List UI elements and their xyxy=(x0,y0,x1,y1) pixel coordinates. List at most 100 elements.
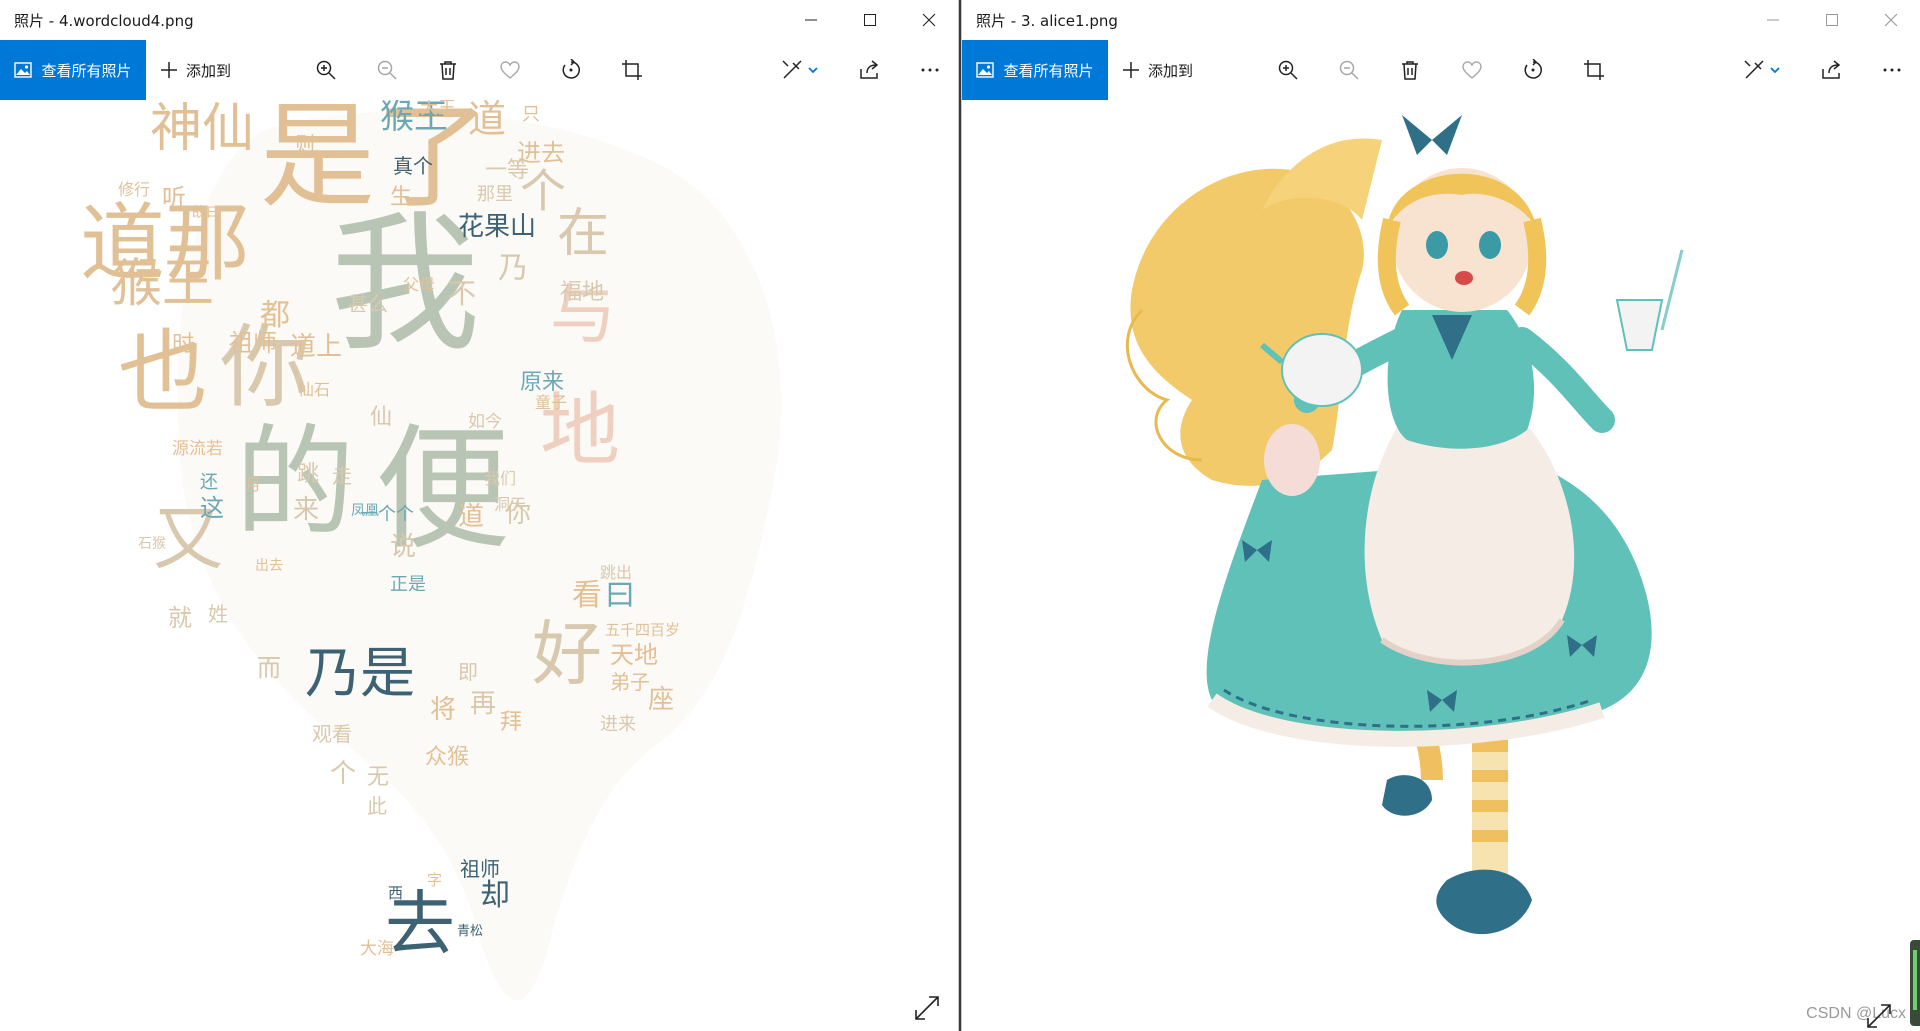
more-button[interactable] xyxy=(914,54,946,86)
wordcloud-word: 曰 xyxy=(605,578,635,613)
close-icon xyxy=(922,13,935,27)
favorite-button[interactable] xyxy=(1456,54,1488,86)
title-bar[interactable]: 照片 - 4.wordcloud4.png xyxy=(0,0,958,40)
wordcloud-word: 拜 xyxy=(500,710,523,736)
wordcloud-word: 道 xyxy=(458,502,485,533)
add-to-button[interactable]: 添加到 xyxy=(1122,60,1193,81)
add-to-button[interactable]: 添加到 xyxy=(160,60,231,81)
photos-window-wordcloud[interactable]: 照片 - 4.wordcloud4.png 查看所有照片 添加到 是了 我 的 … xyxy=(0,0,959,1031)
window-title: 照片 - 4.wordcloud4.png xyxy=(14,11,194,30)
wordcloud-word: 都 xyxy=(260,298,290,333)
wordcloud-word: 还 xyxy=(200,471,218,493)
wordcloud-word: 那里 xyxy=(477,183,513,205)
wordcloud-word: 出去 xyxy=(255,557,283,574)
rotate-icon xyxy=(1524,59,1542,79)
rotate-button[interactable] xyxy=(1517,54,1549,86)
wordcloud-word: 祖师 xyxy=(229,328,277,357)
photos-window-alice[interactable]: 照片 - 3. alice1.png 查看所有照片 添加到 CSDN @Lucx xyxy=(961,0,1920,1031)
edit-button[interactable] xyxy=(777,54,823,86)
minimize-button[interactable] xyxy=(781,0,840,40)
expand-icon[interactable] xyxy=(914,995,940,1021)
minimize-icon xyxy=(1766,19,1779,21)
wordcloud-word: 祖师 xyxy=(460,857,500,881)
crop-button[interactable] xyxy=(1578,54,1610,86)
share-button[interactable] xyxy=(853,54,885,86)
wordcloud-word: 童子 xyxy=(535,393,568,413)
wordcloud-word: 父母 xyxy=(403,275,436,295)
wordcloud-word: 福地 xyxy=(560,280,605,306)
wordcloud-word: 青松 xyxy=(457,923,484,939)
chevron-down-icon xyxy=(808,67,818,74)
favorite-button[interactable] xyxy=(494,54,526,86)
zoom-in-icon xyxy=(1278,60,1298,80)
wordcloud-word: 正是 xyxy=(390,573,426,595)
close-button[interactable] xyxy=(899,0,958,40)
wordcloud-word: 听 xyxy=(162,183,186,212)
scroll-indicator xyxy=(1910,940,1920,1026)
close-button[interactable] xyxy=(1861,0,1920,40)
maximize-button[interactable] xyxy=(840,0,899,40)
wordcloud-word: 一等 xyxy=(485,158,530,184)
zoom-out-button[interactable] xyxy=(371,54,403,86)
trash-icon xyxy=(1402,61,1418,80)
zoom-in-icon xyxy=(316,60,336,80)
delete-button[interactable] xyxy=(1394,54,1426,86)
share-icon xyxy=(1822,60,1841,79)
zoom-in-button[interactable] xyxy=(1272,54,1304,86)
add-to-label: 添加到 xyxy=(1148,61,1194,80)
more-button[interactable] xyxy=(1876,54,1908,86)
edit-button[interactable] xyxy=(1739,54,1785,86)
wordcloud-word: 如今 xyxy=(468,412,502,433)
wordcloud-word: 众猴 xyxy=(425,745,470,771)
toolbar: 查看所有照片 添加到 xyxy=(962,40,1920,100)
wordcloud-word: 花果山 xyxy=(458,212,537,243)
wordcloud-word: 真个 xyxy=(393,154,433,178)
expand-icon[interactable] xyxy=(1866,1003,1892,1029)
rotate-button[interactable] xyxy=(555,54,587,86)
wordcloud-word: 个 xyxy=(330,759,357,790)
wordcloud-word: 这 xyxy=(200,493,224,522)
crop-icon xyxy=(622,60,642,80)
wordcloud-word: 生 xyxy=(390,185,413,211)
zoom-in-button[interactable] xyxy=(310,54,342,86)
crop-button[interactable] xyxy=(616,54,648,86)
maximize-icon xyxy=(1825,14,1838,26)
view-all-photos-button[interactable]: 查看所有照片 xyxy=(962,40,1108,100)
wordcloud-word: 乃是 xyxy=(305,641,416,705)
plus-icon xyxy=(161,62,177,78)
wordcloud-word: 也 xyxy=(118,320,208,425)
wordcloud-word: 仙石 xyxy=(298,380,331,400)
delete-button[interactable] xyxy=(432,54,464,86)
wordcloud-word: 看 xyxy=(572,578,602,613)
zoom-out-button[interactable] xyxy=(1333,54,1365,86)
wordcloud-word: 座 xyxy=(648,685,675,716)
title-bar[interactable]: 照片 - 3. alice1.png xyxy=(962,0,1920,40)
wordcloud-word: 姓 xyxy=(208,602,228,626)
close-icon xyxy=(1884,13,1897,27)
wordcloud-word: 跳出 xyxy=(600,563,633,583)
photo-icon xyxy=(976,62,995,78)
trash-icon xyxy=(440,61,456,80)
wordcloud-word: 时 xyxy=(172,332,195,358)
maximize-button[interactable] xyxy=(1802,0,1861,40)
wordcloud-word: 字 xyxy=(427,871,443,889)
share-button[interactable] xyxy=(1815,54,1847,86)
wordcloud-word: 大海 xyxy=(360,939,394,960)
wordcloud-word: 观看 xyxy=(312,722,352,746)
minimize-button[interactable] xyxy=(1743,0,1802,40)
edit-icon xyxy=(1744,60,1764,79)
wordcloud-word: 乃 xyxy=(498,251,528,286)
wordcloud-word: 不 xyxy=(448,276,477,310)
wordcloud-word: 凤凰 xyxy=(351,502,379,519)
wordcloud-word: 再 xyxy=(470,689,497,720)
wordcloud-word: 只 xyxy=(522,103,540,125)
wordcloud-word: 走 xyxy=(332,464,352,488)
wordcloud-word: 进来 xyxy=(600,713,636,735)
wordcloud-word: 甚么 xyxy=(348,292,388,316)
maximize-icon xyxy=(863,14,876,26)
wordcloud-word: 五千四百岁 xyxy=(605,621,681,639)
heart-icon xyxy=(1462,61,1482,79)
view-all-photos-button[interactable]: 查看所有照片 xyxy=(0,40,146,100)
photo-icon xyxy=(14,62,33,78)
wordcloud-word: 跳 xyxy=(297,462,320,488)
